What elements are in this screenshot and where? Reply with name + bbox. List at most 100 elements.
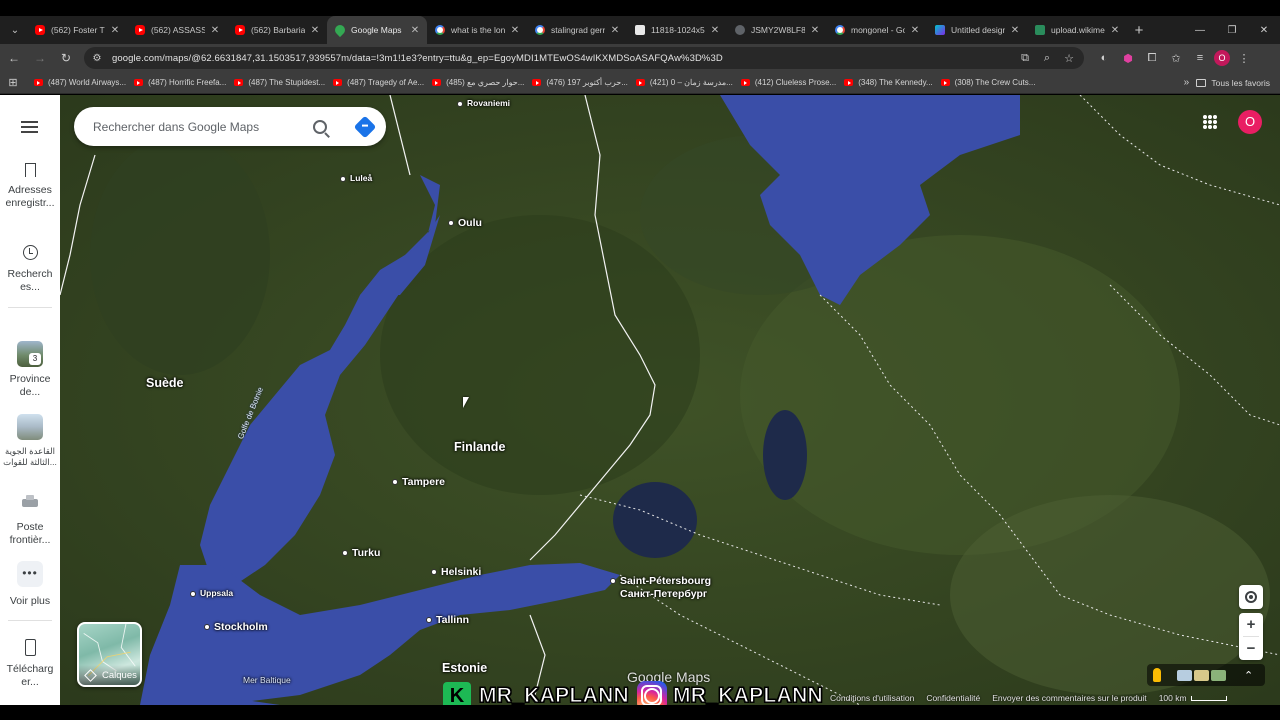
map-type-tile-icon[interactable] — [1177, 669, 1192, 681]
bookmark-star-icon[interactable]: ☆ — [1060, 52, 1078, 65]
address-bar[interactable]: ⚙ google.com/maps/@62.6631847,31.1503517… — [84, 47, 1084, 69]
map-label-saint-petersbourg[interactable]: Saint-Pétersbourg Санкт-Петербург — [611, 575, 711, 601]
tab-close-icon[interactable]: ✕ — [1109, 25, 1121, 36]
terrain-tile-icon[interactable] — [1194, 669, 1209, 681]
tab-close-icon[interactable]: ✕ — [109, 25, 121, 36]
extension-shield-icon[interactable]: ⬢ — [1118, 48, 1138, 68]
browser-tab[interactable]: (562) Foster Th ✕ — [27, 16, 127, 44]
maps-search-box[interactable]: Rechercher dans Google Maps — [74, 107, 386, 146]
browser-tab[interactable]: mongonel - Go ✕ — [827, 16, 927, 44]
recent-item-airbase[interactable]: القاعدة الجوية الثالثة للقوات... — [0, 414, 60, 468]
tab-close-icon[interactable]: ✕ — [409, 25, 421, 36]
tab-close-icon[interactable]: ✕ — [209, 25, 221, 36]
my-location-button[interactable] — [1239, 585, 1263, 609]
map-label-oulu[interactable]: Oulu — [449, 217, 482, 229]
map-label-helsinki[interactable]: Helsinki — [432, 566, 481, 578]
back-icon[interactable]: ← — [2, 46, 26, 70]
map-label-tallinn[interactable]: Tallinn — [427, 614, 469, 626]
tab-close-icon[interactable]: ✕ — [509, 25, 521, 36]
tab-search-icon[interactable]: ⌄ — [3, 18, 27, 42]
browser-tab[interactable]: JSMY2W8LF83 ✕ — [727, 16, 827, 44]
tab-close-icon[interactable]: ✕ — [609, 25, 621, 36]
map-canvas[interactable]: Rovaniemi Luleå Oulu Suède Finlande Tamp… — [60, 95, 1280, 705]
bookmark-item[interactable]: (421) مدرسة زمان – 0... — [635, 78, 733, 87]
bookmark-item[interactable]: (485) حوار حصري مع... — [432, 78, 524, 87]
restore-icon[interactable]: ❐ — [1216, 16, 1248, 44]
bookmark-label: (476) حرب أكتوبر 197... — [546, 78, 628, 87]
tab-close-icon[interactable]: ✕ — [709, 25, 721, 36]
bookmark-item[interactable]: (412) Clueless Prose... — [740, 78, 836, 87]
browser-tab[interactable]: stalingrad gerr ✕ — [527, 16, 627, 44]
bookmark-item[interactable]: (348) The Kennedy... — [844, 78, 933, 87]
bookmarks-star-icon[interactable]: ✩ — [1166, 48, 1186, 68]
zoom-out-button[interactable]: − — [1239, 637, 1263, 660]
map-label-lulea[interactable]: Luleå — [341, 173, 372, 183]
apps-grid-icon[interactable]: ⊞ — [0, 76, 26, 89]
tab-close-icon[interactable]: ✕ — [309, 25, 321, 36]
menu-icon[interactable] — [21, 121, 38, 133]
bookmark-item[interactable]: (476) حرب أكتوبر 197... — [532, 78, 628, 87]
browser-tab[interactable]: (562) Barbarian ✕ — [227, 16, 327, 44]
all-bookmarks-folder[interactable]: Tous les favoris — [1196, 78, 1270, 88]
feedback-link[interactable]: Envoyer des commentaires sur le produit — [992, 693, 1147, 703]
profile-avatar[interactable]: O — [1214, 50, 1230, 66]
browser-menu-icon[interactable]: ⋮ — [1234, 48, 1254, 68]
media-controls-icon[interactable]: ≡ — [1190, 48, 1210, 68]
map-label-stockholm[interactable]: Stockholm — [205, 621, 268, 633]
terms-link[interactable]: Conditions d'utilisation — [830, 693, 914, 703]
site-info-icon[interactable]: ⚙ — [90, 51, 104, 65]
expand-up-icon[interactable]: ⌃ — [1244, 669, 1253, 682]
install-app-icon[interactable]: ⧉ — [1016, 52, 1034, 65]
google-apps-icon[interactable] — [1203, 115, 1217, 129]
zoom-in-button[interactable]: + — [1239, 613, 1263, 636]
recent-item-province[interactable]: 3 Province de... — [0, 341, 60, 399]
directions-icon[interactable] — [353, 115, 377, 138]
forward-icon[interactable]: → — [28, 46, 52, 70]
bookmark-item[interactable]: (308) The Crew Cuts... — [940, 78, 1035, 87]
tab-close-icon[interactable]: ✕ — [1009, 25, 1021, 36]
bookmark-item[interactable]: (487) Horrific Freefa... — [134, 78, 226, 87]
privacy-link[interactable]: Confidentialité — [926, 693, 980, 703]
saved-places-item[interactable]: Adresses enregistr... — [0, 163, 60, 210]
satellite-tile-icon[interactable] — [1211, 669, 1226, 681]
street-view-pegman-icon[interactable] — [1153, 668, 1161, 682]
scale-bar[interactable]: 100 km — [1159, 693, 1227, 703]
browser-tab[interactable]: what is the lon ✕ — [427, 16, 527, 44]
browser-tab[interactable]: Untitled design ✕ — [927, 16, 1027, 44]
new-tab-button[interactable]: + — [1127, 22, 1151, 39]
bookmark-item[interactable]: (487) World Airways... — [34, 78, 126, 87]
map-label-estonie[interactable]: Estonie — [442, 661, 487, 675]
bookmarks-overflow-icon[interactable]: » — [1176, 77, 1196, 88]
tab-close-icon[interactable]: ✕ — [909, 25, 921, 36]
zoom-icon[interactable]: ⌕ — [1038, 52, 1056, 65]
extension-translate-icon[interactable]: ◐ — [1094, 48, 1114, 68]
bookmark-item[interactable]: (487) The Stupidest... — [234, 78, 325, 87]
map-label-rovaniemi[interactable]: Rovaniemi — [458, 98, 510, 108]
reload-icon[interactable]: ↻ — [54, 46, 78, 70]
search-input[interactable]: Rechercher dans Google Maps — [93, 120, 313, 134]
map-label-uppsala[interactable]: Uppsala — [191, 588, 233, 598]
bookmark-item[interactable]: (487) Tragedy of Ae... — [333, 78, 424, 87]
browser-tab[interactable]: 11818-1024x5 ✕ — [627, 16, 727, 44]
rail-divider — [8, 307, 52, 308]
account-avatar[interactable]: O — [1238, 110, 1262, 134]
extensions-puzzle-icon[interactable]: ⧠ — [1142, 48, 1162, 68]
browser-tab[interactable]: upload.wikime ✕ — [1027, 16, 1127, 44]
url-text[interactable]: google.com/maps/@62.6631847,31.1503517,9… — [112, 53, 1016, 64]
youtube-icon — [34, 79, 43, 86]
recent-searches-item[interactable]: Recherch es... — [0, 245, 60, 294]
map-label-tampere[interactable]: Tampere — [393, 476, 445, 488]
layers-button[interactable]: Calques — [77, 622, 142, 687]
tab-close-icon[interactable]: ✕ — [809, 25, 821, 36]
map-label-finlande[interactable]: Finlande — [454, 440, 505, 454]
download-app-item[interactable]: Télécharg er... — [0, 639, 60, 689]
map-label-turku[interactable]: Turku — [343, 547, 380, 559]
browser-tab[interactable]: (562) ASSASSIN ✕ — [127, 16, 227, 44]
recent-item-border-post[interactable]: Poste frontièr... — [0, 489, 60, 547]
browser-tab[interactable]: Google Maps ✕ — [327, 16, 427, 44]
see-more-item[interactable]: ••• Voir plus — [0, 561, 60, 608]
close-window-icon[interactable]: ✕ — [1248, 16, 1280, 44]
map-label-suede[interactable]: Suède — [146, 376, 184, 390]
search-icon[interactable] — [313, 119, 327, 134]
minimize-icon[interactable]: — — [1184, 16, 1216, 44]
